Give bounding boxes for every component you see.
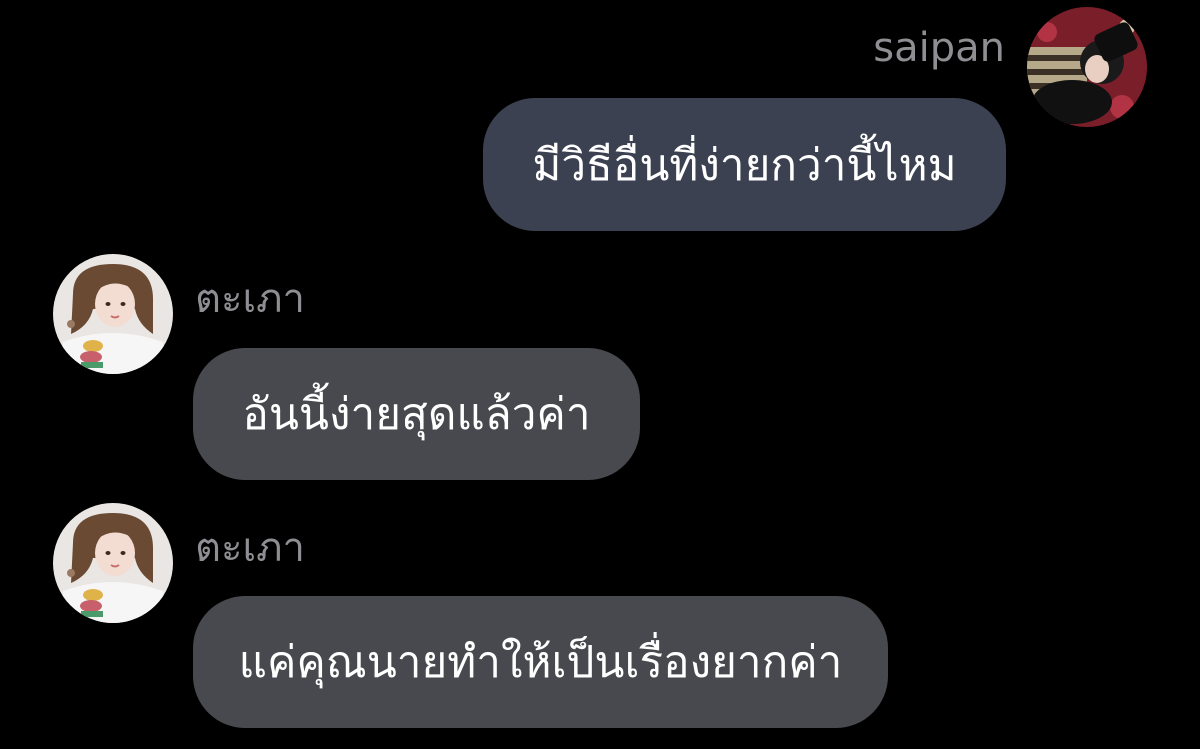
chat-thread: saipan มีวิธีอื่นที่ง่ายกว่านี้ไหม ตะเภา…: [0, 0, 1200, 749]
avatar[interactable]: [53, 254, 173, 374]
avatar[interactable]: [53, 503, 173, 623]
user-avatar-icon: [53, 254, 173, 374]
user-avatar-icon: [1027, 7, 1147, 127]
message-bubble-outgoing[interactable]: มีวิธีอื่นที่ง่ายกว่านี้ไหม: [483, 98, 1006, 231]
avatar[interactable]: [1027, 7, 1147, 127]
user-avatar-icon: [53, 503, 173, 623]
message-bubble-incoming[interactable]: อันนี้ง่ายสุดแล้วค่า: [193, 348, 640, 480]
message-bubble-incoming[interactable]: แค่คุณนายทำให้เป็นเรื่องยากค่า: [193, 596, 888, 728]
sender-name-saipan: saipan: [873, 25, 1005, 71]
sender-name-tapao: ตะเภา: [195, 276, 305, 322]
sender-name-tapao: ตะเภา: [195, 525, 305, 571]
